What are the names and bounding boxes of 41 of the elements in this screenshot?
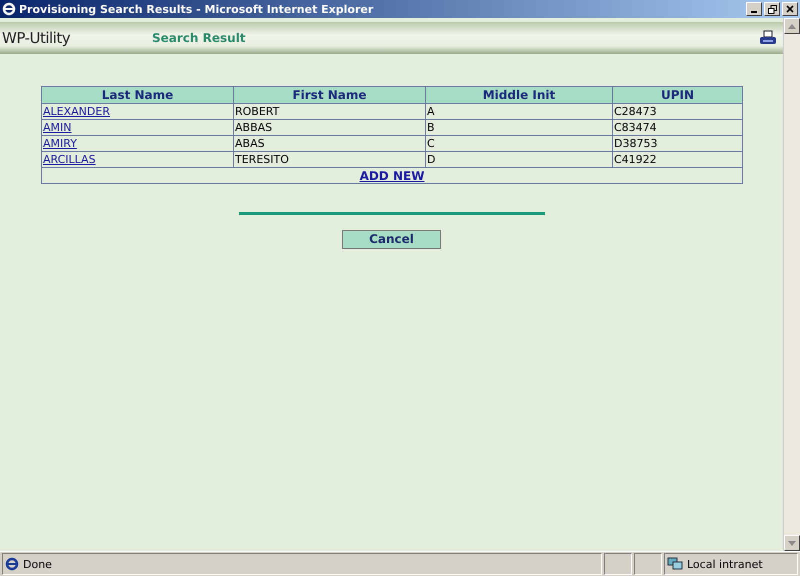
zone-text: Local intranet bbox=[687, 558, 763, 570]
table-cell: C41922 bbox=[612, 152, 742, 168]
table-cell: ROBERT bbox=[234, 104, 426, 120]
table-cell: TERESITO bbox=[234, 152, 426, 168]
cancel-button[interactable]: Cancel bbox=[342, 230, 441, 248]
up-arrow-icon bbox=[788, 24, 796, 28]
table-cell: ABBAS bbox=[234, 120, 426, 136]
table-cell: C bbox=[426, 136, 612, 152]
close-button[interactable] bbox=[782, 2, 798, 16]
table-cell: D38753 bbox=[612, 136, 742, 152]
network-icon bbox=[667, 557, 683, 571]
last-name-link[interactable]: AMIRY bbox=[43, 137, 77, 150]
status-panel bbox=[604, 553, 632, 575]
table-cell: ABAS bbox=[234, 136, 426, 152]
minimize-button[interactable] bbox=[746, 2, 762, 16]
scroll-down-button[interactable] bbox=[784, 535, 800, 551]
page-title: Search Result bbox=[152, 31, 246, 45]
table-cell: B bbox=[426, 120, 612, 136]
restore-icon bbox=[768, 4, 776, 14]
window-title: Provisioning Search Results - Microsoft Internet Explorer bbox=[19, 2, 374, 16]
table-cell: D bbox=[426, 152, 612, 168]
column-header: Last Name bbox=[42, 86, 234, 104]
table-cell: C83474 bbox=[612, 120, 742, 136]
last-name-link[interactable]: AMIN bbox=[43, 121, 72, 134]
table-cell: A bbox=[426, 104, 612, 120]
close-icon bbox=[786, 5, 794, 13]
column-header: Middle Init bbox=[426, 86, 612, 104]
status-text: Done bbox=[23, 558, 52, 570]
column-header: First Name bbox=[234, 86, 426, 104]
restore-button[interactable] bbox=[764, 2, 780, 16]
column-header: UPIN bbox=[612, 86, 742, 104]
printer-icon[interactable] bbox=[759, 30, 777, 46]
scroll-up-button[interactable] bbox=[784, 18, 800, 34]
page-icon bbox=[5, 557, 19, 571]
app-name: WP-Utility bbox=[1, 29, 72, 47]
add-new-link[interactable]: ADD NEW bbox=[360, 168, 424, 182]
browser-icon bbox=[2, 2, 16, 16]
down-arrow-icon bbox=[788, 540, 796, 546]
table-cell: C28473 bbox=[612, 104, 742, 120]
status-panel bbox=[634, 553, 662, 575]
scrollbar[interactable] bbox=[783, 18, 800, 551]
